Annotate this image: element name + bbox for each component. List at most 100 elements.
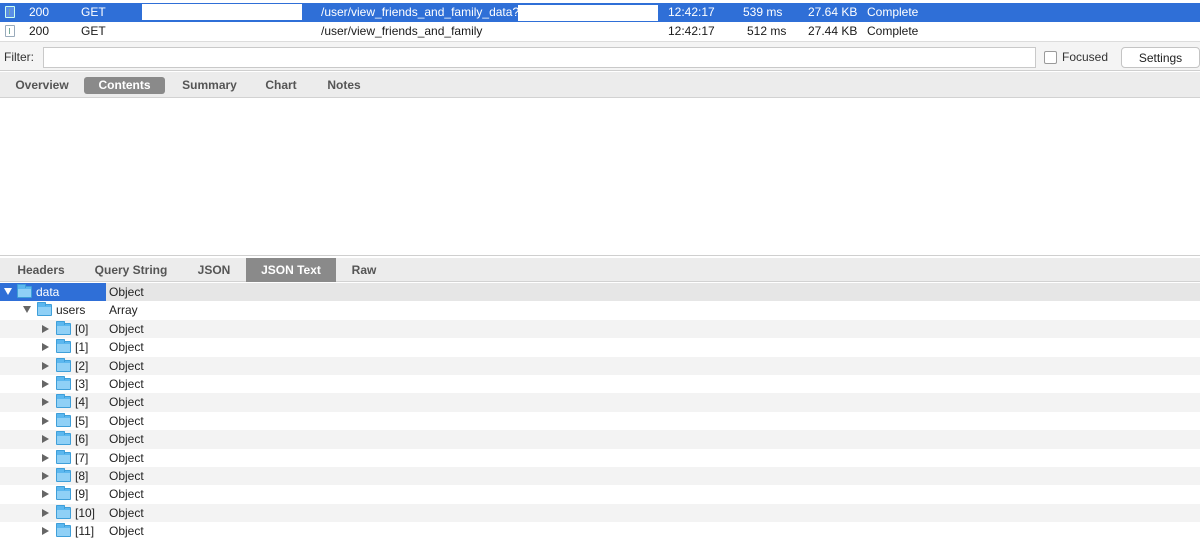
request-icon — [5, 25, 15, 37]
tree-row[interactable]: [8] Object — [0, 466, 1200, 486]
tree-key: [9] — [75, 487, 89, 502]
tree-type: Object — [109, 340, 144, 355]
expand-triangle-icon[interactable] — [42, 416, 49, 425]
request-path: /user/view_friends_and_family — [321, 24, 483, 38]
folder-icon — [56, 339, 71, 354]
tab-contents[interactable]: Contents — [84, 77, 165, 94]
tree-row[interactable]: [7] Object — [0, 449, 1200, 467]
tree-row[interactable]: [6] Object — [0, 430, 1200, 449]
tab-chart[interactable]: Chart — [256, 77, 306, 94]
expand-triangle-icon[interactable] — [23, 306, 31, 314]
tree-key: [11] — [75, 524, 95, 539]
expand-triangle-icon[interactable] — [42, 361, 49, 370]
tree-key: [6] — [75, 432, 89, 447]
request-status: 200 — [29, 5, 50, 19]
tree-type: Object — [109, 285, 144, 299]
tree-row-root[interactable]: data Object — [0, 283, 1200, 302]
tree-type: Object — [109, 468, 144, 483]
tab-notes[interactable]: Notes — [318, 77, 370, 94]
request-duration: 512 ms — [747, 24, 787, 38]
expand-triangle-icon[interactable] — [42, 324, 49, 333]
tree-row[interactable]: [4] Object — [0, 393, 1200, 412]
folder-icon — [56, 467, 71, 482]
expand-triangle-icon[interactable] — [42, 490, 49, 499]
folder-icon — [56, 357, 71, 372]
focused-checkbox[interactable] — [1044, 51, 1057, 64]
request-state: Complete — [867, 5, 919, 19]
tree-key: users — [56, 303, 86, 318]
tab-headers[interactable]: Headers — [8, 258, 74, 282]
tree-type: Object — [109, 450, 144, 465]
request-state: Complete — [867, 24, 919, 38]
tree-key: [8] — [75, 468, 89, 483]
tree-key: [7] — [75, 450, 89, 465]
tree-key: [10] — [75, 505, 96, 520]
tab-query-string[interactable]: Query String — [86, 258, 176, 282]
request-method: GET — [81, 24, 106, 38]
expand-triangle-icon[interactable] — [42, 508, 49, 517]
tree-type: Object — [109, 432, 144, 447]
focused-label: Focused — [1062, 50, 1109, 64]
expand-triangle-icon[interactable] — [42, 453, 49, 462]
folder-icon — [56, 412, 71, 427]
request-row[interactable]: 200 GET /user/view_friends_and_family 12… — [0, 22, 1200, 41]
tree-row[interactable]: [9] Object — [0, 485, 1200, 503]
tree-row[interactable]: [2] Object — [0, 356, 1200, 375]
request-size: 27.64 KB — [808, 5, 858, 19]
tree-row[interactable]: [5] Object — [0, 412, 1200, 430]
folder-icon — [17, 284, 32, 298]
tree-row[interactable]: [1] Object — [0, 338, 1200, 356]
request-size: 27.44 KB — [808, 24, 858, 38]
tree-key: [4] — [75, 395, 89, 410]
request-row-selected[interactable]: 200 GET /user/view_friends_and_family_da… — [0, 3, 1200, 22]
tab-json-text[interactable]: JSON Text — [246, 258, 336, 282]
folder-icon — [56, 375, 71, 390]
top-tab-bar: Overview Contents Summary Chart Notes — [0, 72, 1200, 98]
settings-button[interactable]: Settings — [1121, 47, 1200, 68]
redacted-host — [142, 4, 302, 20]
filter-input[interactable] — [43, 47, 1036, 68]
request-time: 12:42:17 — [668, 5, 715, 19]
tree-row[interactable]: [11] Object — [0, 522, 1200, 540]
expand-triangle-icon[interactable] — [42, 379, 49, 388]
tab-json[interactable]: JSON — [188, 258, 240, 282]
tree-type: Object — [109, 358, 144, 373]
request-method: GET — [81, 5, 106, 19]
folder-icon — [56, 449, 71, 464]
tree-type: Array — [109, 303, 138, 318]
tree-type: Object — [109, 413, 144, 428]
tree-row[interactable]: [10] Object — [0, 503, 1200, 523]
expand-triangle-icon[interactable] — [42, 527, 49, 536]
tree-type: Object — [109, 487, 144, 502]
tree-row[interactable]: [0] Object — [0, 319, 1200, 339]
expand-triangle-icon[interactable] — [42, 471, 49, 480]
request-duration: 539 ms — [743, 5, 783, 19]
folder-icon — [56, 431, 71, 446]
tab-overview[interactable]: Overview — [8, 77, 76, 94]
tab-summary[interactable]: Summary — [173, 77, 246, 94]
filter-label: Filter: — [4, 50, 34, 64]
folder-icon — [56, 504, 71, 519]
tree-type: Object — [109, 376, 144, 391]
expand-triangle-icon[interactable] — [42, 435, 49, 444]
json-tree: data Object users Array [0] Object [1] Obje… — [0, 283, 1200, 540]
expand-triangle-icon[interactable] — [42, 398, 49, 407]
tree-key: data — [36, 285, 60, 299]
folder-icon — [56, 486, 71, 501]
expand-triangle-icon[interactable] — [42, 343, 49, 352]
tab-raw[interactable]: Raw — [342, 258, 386, 282]
expand-triangle-icon[interactable] — [4, 288, 12, 295]
tree-row[interactable]: [3] Object — [0, 375, 1200, 393]
tree-key: [2] — [75, 358, 89, 373]
tree-row-users[interactable]: users Array — [0, 301, 1200, 319]
request-path: /user/view_friends_and_family_data? — [321, 5, 520, 19]
contents-pane — [0, 98, 1200, 256]
folder-icon — [56, 523, 71, 538]
request-icon — [5, 6, 15, 18]
request-time: 12:42:17 — [668, 24, 715, 38]
tree-type: Object — [109, 321, 144, 336]
tree-type: Object — [109, 524, 144, 539]
tree-key: [5] — [75, 413, 89, 428]
request-status: 200 — [29, 24, 50, 38]
bottom-tab-bar: Headers Query String JSON JSON Text Raw — [0, 258, 1200, 282]
